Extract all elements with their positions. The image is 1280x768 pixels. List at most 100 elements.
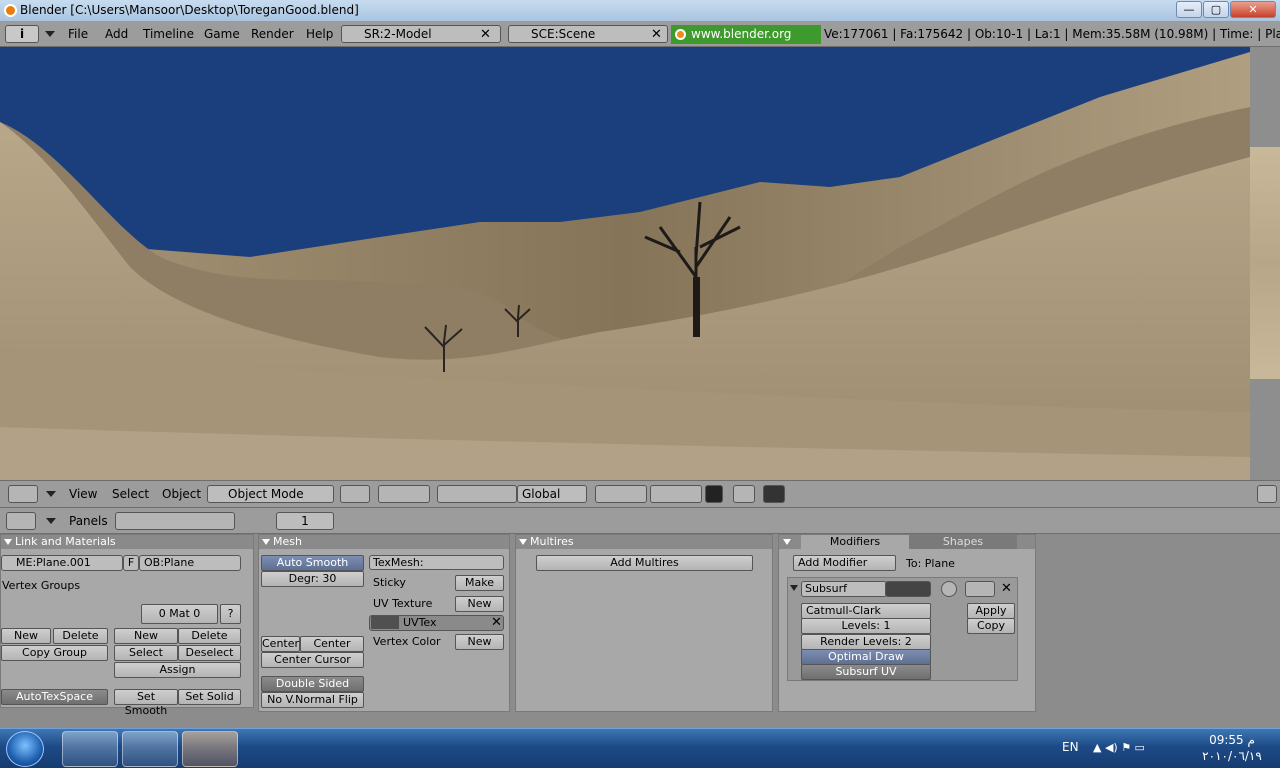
scene-selector[interactable]: SCE:Scene	[508, 25, 668, 43]
info-header: i File Add Timeline Game Render Help SR:…	[0, 22, 1280, 60]
internet-explorer-icon[interactable]	[62, 731, 118, 767]
texmesh-field[interactable]: TexMesh:	[369, 555, 504, 570]
blender-logo-icon	[4, 4, 17, 17]
material-deselect-button[interactable]: Deselect	[178, 645, 241, 661]
delete-screen-icon[interactable]: ✕	[480, 27, 491, 42]
close-button[interactable]: ✕	[1230, 1, 1276, 18]
collapse-icon[interactable]	[783, 539, 791, 545]
levels-field[interactable]: Levels: 1	[801, 618, 931, 634]
vertex-group-delete-button[interactable]: Delete	[53, 628, 108, 644]
language-indicator[interactable]: EN	[1062, 740, 1079, 754]
modifier-target-label: To: Plane	[906, 557, 955, 570]
layers-row-2-icon[interactable]	[650, 485, 702, 503]
autotexspace-toggle[interactable]: AutoTexSpace	[1, 689, 108, 705]
menu-object[interactable]: Object	[162, 487, 201, 501]
modifier-cage-icon[interactable]	[941, 581, 957, 597]
tab-shapes[interactable]: Shapes	[909, 535, 1017, 549]
tab-modifiers[interactable]: Modifiers	[801, 535, 909, 549]
render-icon[interactable]	[763, 485, 785, 503]
render-levels-field[interactable]: Render Levels: 2	[801, 634, 931, 650]
object-name-field[interactable]: OB:Plane	[139, 555, 241, 571]
buttons-type-icon[interactable]	[6, 512, 36, 530]
panel-multires: Multires Add Multires	[515, 534, 773, 712]
mode-selector[interactable]: Object Mode	[207, 485, 334, 503]
panel-title[interactable]: Mesh	[259, 535, 509, 549]
modifier-move-icons[interactable]	[965, 581, 995, 597]
material-delete-button[interactable]: Delete	[178, 628, 241, 644]
menu-render[interactable]: Render	[251, 27, 294, 41]
uvtex-delete-icon[interactable]: ✕	[491, 615, 502, 630]
fake-user-button[interactable]: F	[123, 555, 139, 571]
draw-type-icon[interactable]	[340, 485, 370, 503]
no-vnormal-flip-toggle[interactable]: No V.Normal Flip	[261, 692, 364, 708]
uv-texture-new-button[interactable]: New	[455, 596, 504, 612]
link-icon[interactable]	[733, 485, 755, 503]
collapse-menu-icon[interactable]	[46, 518, 56, 524]
panel-title[interactable]: Link and Materials	[1, 535, 253, 549]
subsurf-uv-toggle[interactable]: Subsurf UV	[801, 664, 931, 680]
menu-help[interactable]: Help	[306, 27, 333, 41]
collapse-menu-icon[interactable]	[45, 31, 55, 37]
mesh-name-field[interactable]: ME:Plane.001	[1, 555, 123, 571]
blender-taskbar-icon[interactable]	[182, 731, 238, 767]
panel-title[interactable]: Multires	[516, 535, 772, 549]
apply-button[interactable]: Apply	[967, 603, 1015, 619]
set-solid-button[interactable]: Set Solid	[178, 689, 241, 705]
pivot-icon[interactable]	[378, 485, 430, 503]
orientation-selector[interactable]: Global	[517, 485, 587, 503]
clock-date[interactable]: ٢٠١٠/٠٦/١٩	[1192, 749, 1272, 763]
auto-smooth-toggle[interactable]: Auto Smooth	[261, 555, 364, 571]
info-window-type-icon[interactable]: i	[5, 25, 39, 43]
start-button[interactable]	[6, 731, 44, 767]
sticky-label: Sticky	[373, 576, 406, 589]
modifier-delete-icon[interactable]: ✕	[1001, 581, 1012, 596]
frame-field[interactable]: 1	[276, 512, 334, 530]
menu-file[interactable]: File	[68, 27, 88, 41]
copy-group-button[interactable]: Copy Group	[1, 645, 108, 661]
vertex-color-new-button[interactable]: New	[455, 634, 504, 650]
material-help-button[interactable]: ?	[220, 604, 241, 624]
optimal-draw-toggle[interactable]: Optimal Draw	[801, 649, 931, 665]
material-new-button[interactable]: New	[114, 628, 178, 644]
menu-select[interactable]: Select	[112, 487, 149, 501]
clock-time[interactable]: 09:55 م	[1192, 733, 1272, 747]
material-index-field[interactable]: 0 Mat 0	[141, 604, 218, 624]
menu-view[interactable]: View	[69, 487, 97, 501]
lock-icon[interactable]	[705, 485, 723, 503]
subdivision-type-selector[interactable]: Catmull-Clark	[801, 603, 931, 619]
center-new-button[interactable]: Center New	[300, 636, 364, 664]
subsurf-name-field[interactable]: Subsurf	[801, 581, 887, 597]
minimize-button[interactable]: —	[1176, 1, 1202, 18]
file-explorer-icon[interactable]	[122, 731, 178, 767]
add-multires-button[interactable]: Add Multires	[536, 555, 753, 571]
modifier-visibility-icons[interactable]	[885, 581, 931, 597]
menu-add[interactable]: Add	[105, 27, 128, 41]
material-select-button[interactable]: Select	[114, 645, 178, 661]
maximize-button[interactable]: ▢	[1203, 1, 1229, 18]
set-smooth-button[interactable]: Set Smooth	[114, 689, 178, 717]
center-cursor-button[interactable]: Center Cursor	[261, 652, 364, 668]
add-modifier-button[interactable]: Add Modifier	[793, 555, 896, 571]
vertex-group-new-button[interactable]: New	[1, 628, 51, 644]
context-icons[interactable]	[115, 512, 235, 530]
sticky-make-button[interactable]: Make	[455, 575, 504, 591]
collapse-menu-icon[interactable]	[46, 491, 56, 497]
screen-selector[interactable]: SR:2-Model	[341, 25, 501, 43]
subsurf-collapse-icon[interactable]	[790, 585, 798, 591]
double-sided-toggle[interactable]: Double Sided	[261, 676, 364, 692]
blender-url-link[interactable]: www.blender.org 249.2	[671, 25, 821, 60]
menu-timeline[interactable]: Timeline	[143, 27, 194, 41]
tray-icons[interactable]: ▲ ◀) ⚑ ▭	[1093, 741, 1173, 755]
3d-viewport[interactable]	[0, 47, 1250, 480]
material-assign-button[interactable]: Assign	[114, 662, 241, 678]
uvtex-layer-icon[interactable]	[371, 616, 399, 629]
manipulator-icons[interactable]	[437, 485, 517, 503]
menu-game[interactable]: Game	[204, 27, 240, 41]
center-button[interactable]: Center	[261, 636, 300, 652]
delete-scene-icon[interactable]: ✕	[651, 27, 662, 42]
layers-row-1-icon[interactable]	[595, 485, 647, 503]
copy-button[interactable]: Copy	[967, 618, 1015, 634]
image-icon[interactable]	[1257, 485, 1277, 503]
smooth-degree-field[interactable]: Degr: 30	[261, 571, 364, 587]
view-type-grid-icon[interactable]	[8, 485, 38, 503]
